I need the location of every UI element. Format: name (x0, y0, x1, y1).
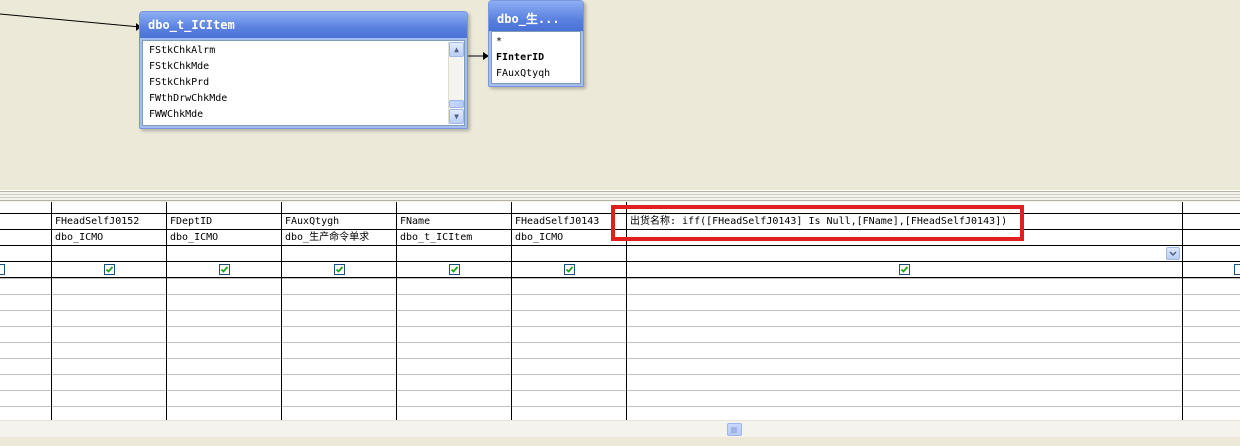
chevron-down-icon[interactable] (1166, 247, 1180, 260)
output-checkbox[interactable] (0, 264, 5, 275)
grid-cell-table[interactable]: dbo_ICMO (52, 230, 166, 246)
grid-cell-field[interactable]: FHeadSelfJ0152 (52, 214, 166, 230)
highlight-box (611, 205, 1024, 241)
field-item[interactable]: FStkChkPrd (143, 75, 464, 91)
table-box-icitem[interactable]: dbo_t_ICItem FStkChkAlrm FStkChkMde FStk… (139, 11, 468, 129)
vertical-scrollbar[interactable]: ▲ ▼ (448, 42, 464, 124)
grid-cell-table[interactable]: dbo_ICMO (512, 230, 626, 246)
output-checkbox[interactable] (104, 264, 115, 275)
scroll-thumb[interactable] (727, 423, 742, 436)
field-item[interactable]: FStkChkMde (143, 59, 464, 75)
field-item[interactable]: FAuxQtyqh (492, 66, 580, 82)
field-item[interactable]: * (492, 34, 580, 50)
grid-cell-field[interactable]: FDeptID (167, 214, 281, 230)
field-list[interactable]: FStkChkAlrm FStkChkMde FStkChkPrd FWthDr… (142, 40, 465, 126)
output-checkbox[interactable] (449, 264, 460, 275)
field-item[interactable]: FInterID (492, 50, 580, 66)
grid-cell-table[interactable]: dbo_t_ICItem (397, 230, 511, 246)
output-checkbox[interactable] (334, 264, 345, 275)
field-item[interactable]: FWWChkMde (143, 107, 464, 123)
output-checkbox[interactable] (219, 264, 230, 275)
status-bar (0, 437, 1240, 446)
output-checkbox[interactable] (564, 264, 575, 275)
grid-cell-field[interactable]: FHeadSelfJ0143 (512, 214, 626, 230)
field-list[interactable]: * FInterID FAuxQtyqh (491, 31, 581, 84)
pane-splitter[interactable] (0, 190, 1240, 202)
table-title[interactable]: dbo_t_ICItem (140, 12, 467, 38)
scroll-down-icon[interactable]: ▼ (449, 109, 464, 124)
output-checkbox[interactable] (1234, 264, 1240, 275)
grid-cell-field[interactable]: FName (397, 214, 511, 230)
diagram-pane[interactable]: dbo_t_ICItem FStkChkAlrm FStkChkMde FStk… (0, 0, 1240, 190)
grid-cell-field[interactable]: FAuxQtygh (282, 214, 396, 230)
horizontal-scrollbar[interactable] (0, 420, 1240, 437)
scroll-thumb[interactable] (449, 100, 464, 108)
grid-cell-table[interactable]: dbo_生产命令单求 (282, 230, 396, 246)
table-box-production[interactable]: dbo_生... * FInterID FAuxQtyqh (488, 0, 584, 87)
table-title[interactable]: dbo_生... (489, 1, 583, 31)
grid-cell-table[interactable]: dbo_ICMO (167, 230, 281, 246)
field-item[interactable]: FStkChkAlrm (143, 43, 464, 59)
field-item[interactable]: FWthDrwChkMde (143, 91, 464, 107)
scroll-up-icon[interactable]: ▲ (449, 42, 464, 57)
output-checkbox[interactable] (899, 264, 910, 275)
